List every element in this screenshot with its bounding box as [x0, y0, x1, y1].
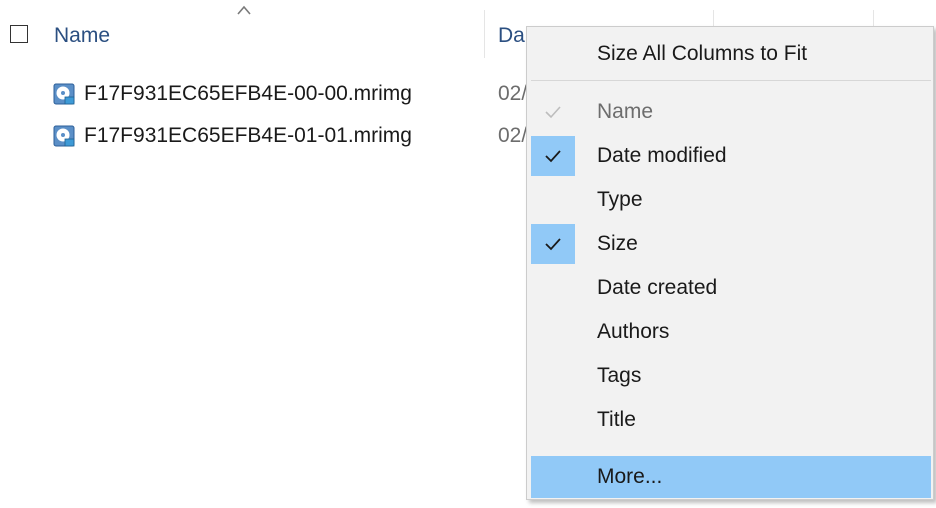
menu-item-label: Date created [597, 276, 718, 299]
menu-item-label: Type [597, 188, 643, 211]
sort-ascending-icon [237, 5, 251, 15]
check-indicator [531, 224, 575, 264]
check-icon [545, 106, 561, 119]
file-explorer-view: Name Da F17F931EC65EFB4E-00-00.mrimg 02/… [0, 0, 936, 508]
check-indicator [531, 92, 575, 132]
menu-item-label: Title [597, 408, 636, 431]
menu-item-type[interactable]: Type [531, 179, 931, 221]
menu-item-date-created[interactable]: Date created [531, 267, 931, 309]
menu-item-date-modified[interactable]: Date modified [531, 135, 931, 177]
menu-item-label: More... [597, 465, 663, 488]
column-header-name[interactable]: Name [54, 24, 110, 48]
column-context-menu: Size All Columns to Fit Name Date modifi… [526, 26, 934, 500]
menu-item-label: Tags [597, 364, 642, 387]
column-divider[interactable] [484, 10, 485, 58]
menu-item-size[interactable]: Size [531, 223, 931, 265]
menu-item-title[interactable]: Title [531, 399, 931, 441]
check-icon [545, 238, 561, 251]
menu-item-label: Size [597, 232, 638, 255]
file-date-modified: 02/ [498, 82, 528, 105]
disk-image-icon [53, 83, 75, 105]
menu-item-label: Date modified [597, 144, 727, 167]
menu-item-more[interactable]: More... [531, 456, 931, 498]
menu-item-label: Size All Columns to Fit [597, 42, 808, 65]
check-icon [545, 150, 561, 163]
file-date-modified: 02/ [498, 124, 528, 147]
disk-image-icon [53, 125, 75, 147]
menu-item-size-all-columns-to-fit[interactable]: Size All Columns to Fit [531, 33, 931, 75]
column-header-date-modified[interactable]: Da [498, 24, 525, 48]
select-all-checkbox[interactable] [10, 25, 28, 43]
menu-item-label: Name [597, 100, 654, 123]
file-name: F17F931EC65EFB4E-01-01.mrimg [84, 124, 412, 147]
file-row[interactable]: F17F931EC65EFB4E-01-01.mrimg 02/ [48, 118, 527, 154]
file-row[interactable]: F17F931EC65EFB4E-00-00.mrimg 02/ [48, 76, 527, 112]
menu-item-tags[interactable]: Tags [531, 355, 931, 397]
menu-item-name: Name [531, 91, 931, 133]
menu-item-authors[interactable]: Authors [531, 311, 931, 353]
check-indicator [531, 136, 575, 176]
menu-item-label: Authors [597, 320, 670, 343]
menu-separator [531, 80, 931, 81]
file-name: F17F931EC65EFB4E-00-00.mrimg [84, 82, 412, 105]
